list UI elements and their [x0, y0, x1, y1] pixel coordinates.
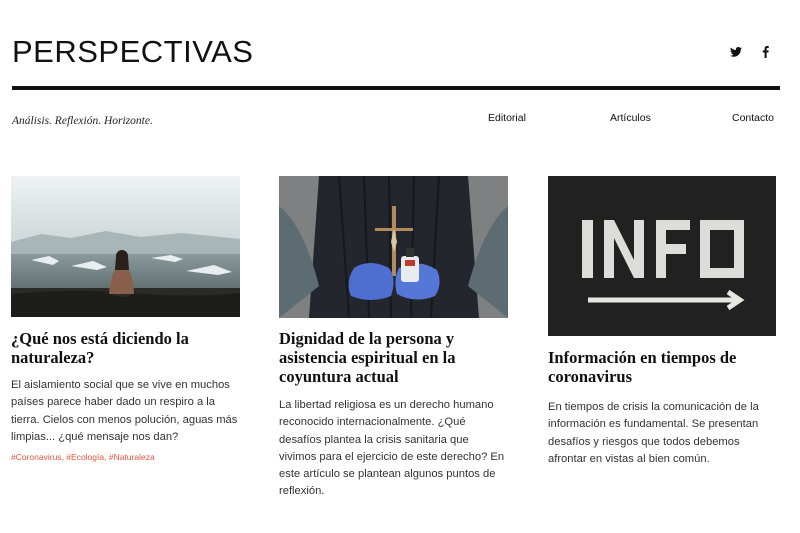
- article-excerpt: La libertad religiosa es un derecho huma…: [279, 399, 505, 498]
- article-card: Dignidad de la persona y asistencia espi…: [279, 176, 509, 501]
- header-divider: [12, 86, 780, 90]
- article-title[interactable]: Información en tiempos de coronavirus: [548, 348, 778, 386]
- site-tagline: Análisis. Reflexión. Horizonte.: [12, 115, 153, 127]
- article-tags: #Coronavirus, #Ecología, #Naturaleza: [11, 452, 155, 463]
- tag-link[interactable]: #Coronavirus: [11, 452, 62, 462]
- article-excerpt: El aislamiento social que se vive en muc…: [11, 379, 238, 443]
- article-image-crucifix[interactable]: [279, 176, 508, 318]
- article-title[interactable]: Dignidad de la persona y asistencia espi…: [279, 329, 509, 386]
- site-title[interactable]: PERSPECTIVAS: [12, 34, 253, 70]
- article-card: ¿Qué nos está diciendo la naturaleza? El…: [11, 176, 241, 462]
- nav-editorial[interactable]: Editorial: [488, 112, 526, 124]
- article-image-woman-lake[interactable]: [11, 176, 240, 317]
- facebook-icon[interactable]: [756, 44, 774, 60]
- twitter-icon[interactable]: [727, 44, 745, 60]
- article-image-info-chalkboard[interactable]: [548, 176, 776, 336]
- nav-contacto[interactable]: Contacto: [732, 112, 774, 124]
- article-excerpt: En tiempos de crisis la comunicación de …: [548, 401, 759, 465]
- tag-link[interactable]: #Naturaleza: [109, 452, 155, 462]
- article-card: Información en tiempos de coronavirus En…: [548, 176, 778, 468]
- tag-link[interactable]: #Ecología: [66, 452, 104, 462]
- article-title[interactable]: ¿Qué nos está diciendo la naturaleza?: [11, 329, 241, 367]
- nav-articulos[interactable]: Artículos: [610, 112, 651, 124]
